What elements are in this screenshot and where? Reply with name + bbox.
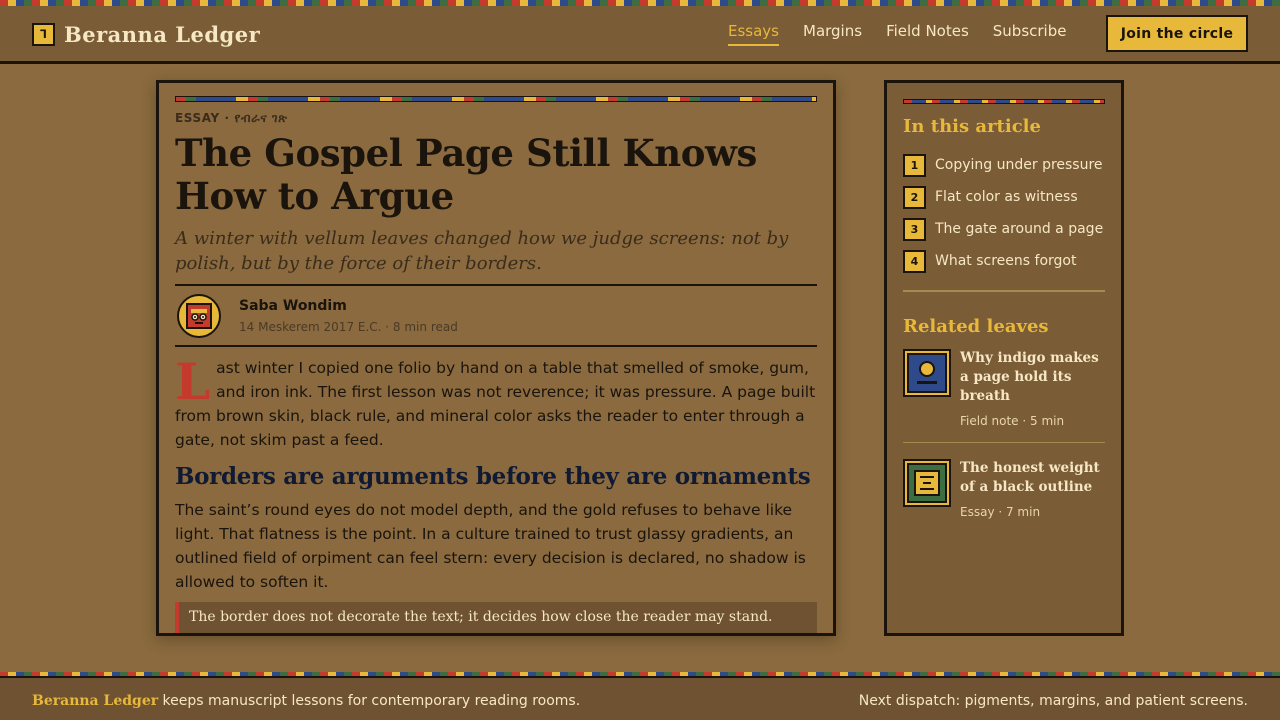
related-item[interactable]: The honest weight of a black outline Ess… — [903, 442, 1105, 519]
site-footer: Beranna Ledger keeps manuscript lessons … — [0, 672, 1280, 720]
nav-link-field-notes[interactable]: Field Notes — [886, 22, 969, 46]
toc-item[interactable]: 3 The gate around a page — [903, 213, 1105, 245]
footer-next-dispatch: Next dispatch: pigments, margins, and pa… — [858, 693, 1248, 709]
sidebar-divider — [903, 290, 1105, 292]
toc-label: Copying under pressure — [935, 157, 1103, 173]
article-meta: 14 Meskerem 2017 E.C. · 8 min read — [239, 319, 458, 334]
section-heading: Borders are arguments before they are or… — [175, 463, 811, 490]
toc-label: The gate around a page — [935, 221, 1104, 237]
article-title: The Gospel Page Still Knows How to Argue — [175, 131, 757, 218]
toc-item[interactable]: 4 What screens forgot — [903, 245, 1105, 277]
related-thumbnail — [907, 463, 947, 503]
table-of-contents: 1 Copying under pressure 2 Flat color as… — [903, 149, 1105, 277]
site-header: ᒣ Beranna Ledger Essays Margins Field No… — [0, 0, 1280, 64]
nav-link-margins[interactable]: Margins — [803, 22, 862, 46]
related-text: Why indigo makes a page hold its breath … — [960, 349, 1105, 428]
article-kicker: ESSAY · የብራና ገጽ — [175, 111, 288, 125]
related-heading: Related leaves — [903, 316, 1049, 337]
byline-text: Saba Wondim 14 Meskerem 2017 E.C. · 8 mi… — [239, 298, 458, 334]
author-name[interactable]: Saba Wondim — [239, 298, 458, 314]
toc-label: Flat color as witness — [935, 189, 1078, 205]
drop-cap: L — [175, 352, 211, 411]
footer-brand[interactable]: Beranna Ledger — [32, 693, 158, 709]
nav-link-subscribe[interactable]: Subscribe — [993, 22, 1067, 46]
related-meta: Essay · 7 min — [960, 505, 1041, 519]
indigo-sun-icon — [903, 349, 951, 397]
toc-item[interactable]: 1 Copying under pressure — [903, 149, 1105, 181]
brand-name: Beranna Ledger — [64, 22, 261, 47]
related-text: The honest weight of a black outline Ess… — [960, 459, 1105, 519]
brand-link[interactable]: ᒣ Beranna Ledger — [32, 22, 260, 47]
related-item[interactable]: Why indigo makes a page hold its breath … — [903, 349, 1105, 428]
article-sidebar: In this article 1 Copying under pressure… — [884, 80, 1124, 636]
article-card: ESSAY · የብራና ገጽ The Gospel Page Still Kn… — [156, 80, 836, 636]
toc-number: 4 — [903, 249, 926, 273]
nav-link-essays[interactable]: Essays — [728, 22, 779, 46]
author-avatar[interactable] — [177, 293, 221, 338]
brand-logo-icon: ᒣ — [32, 23, 55, 46]
saint-face-icon — [186, 302, 212, 329]
related-title[interactable]: Why indigo makes a page hold its breath — [960, 349, 1105, 406]
article-pattern-bar — [175, 96, 817, 102]
byline: Saba Wondim 14 Meskerem 2017 E.C. · 8 mi… — [175, 284, 817, 347]
header-pattern-stripe — [0, 0, 1280, 6]
join-circle-button[interactable]: Join the circle — [1106, 15, 1248, 52]
sidebar-pattern-bar — [903, 99, 1105, 104]
toc-item[interactable]: 2 Flat color as witness — [903, 181, 1105, 213]
article-dek: A winter with vellum leaves changed how … — [175, 228, 789, 274]
toc-number: 3 — [903, 217, 926, 241]
framed-text-icon — [903, 459, 951, 507]
main-nav: Essays Margins Field Notes Subscribe — [728, 22, 1066, 46]
lede-text: ast winter I copied one folio by hand on… — [175, 359, 816, 449]
toc-label: What screens forgot — [935, 253, 1077, 269]
toc-number: 1 — [903, 153, 926, 177]
article-paragraph: The saint’s round eyes do not model dept… — [175, 501, 806, 591]
footer-tagline-text: keeps manuscript lessons for contemporar… — [158, 693, 581, 709]
footer-tagline: Beranna Ledger keeps manuscript lessons … — [32, 693, 580, 709]
related-meta: Field note · 5 min — [960, 414, 1065, 428]
article-lede: Last winter I copied one folio by hand o… — [175, 356, 817, 452]
related-title[interactable]: The honest weight of a black outline — [960, 459, 1105, 497]
footer-pattern-stripe — [0, 672, 1280, 678]
toc-heading: In this article — [903, 116, 1041, 137]
related-thumbnail — [907, 353, 947, 393]
pull-quote: The border does not decorate the text; i… — [175, 602, 817, 633]
toc-number: 2 — [903, 185, 926, 209]
